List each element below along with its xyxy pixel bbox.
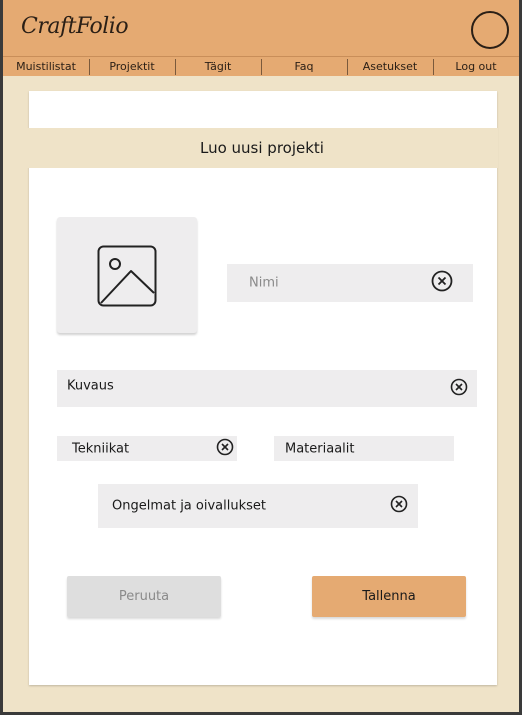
nav-item-muistilistat[interactable]: Muistilistat: [3, 57, 89, 76]
page-title: Luo uusi projekti: [26, 128, 498, 168]
materials-input[interactable]: Materiaalit: [274, 436, 454, 461]
clear-techniques-icon[interactable]: [216, 438, 234, 460]
nav-item-faq[interactable]: Faq: [261, 57, 347, 76]
name-input[interactable]: Nimi: [227, 264, 473, 302]
nav-item-tagit[interactable]: Tägit: [175, 57, 261, 76]
nav-item-logout[interactable]: Log out: [433, 57, 519, 76]
clear-description-icon[interactable]: [450, 378, 468, 400]
description-input-placeholder: Kuvaus: [67, 378, 114, 394]
clear-name-icon[interactable]: [431, 270, 453, 296]
image-placeholder-icon: [97, 245, 157, 307]
user-avatar-icon[interactable]: [471, 11, 509, 49]
problems-insights-input-placeholder: Ongelmat ja oivallukset: [112, 498, 266, 514]
nav-item-asetukset[interactable]: Asetukset: [347, 57, 433, 76]
main-nav: Muistilistat Projektit Tägit Faq Asetuks…: [3, 56, 519, 76]
materials-input-placeholder: Materiaalit: [285, 441, 355, 456]
nav-item-projektit[interactable]: Projektit: [89, 57, 175, 76]
save-button[interactable]: Tallenna: [312, 576, 466, 617]
name-input-placeholder: Nimi: [249, 275, 279, 291]
techniques-input-placeholder: Tekniikat: [72, 441, 130, 456]
description-input[interactable]: Kuvaus: [57, 370, 477, 407]
app-logo[interactable]: CraftFolio: [21, 14, 129, 39]
clear-problems-insights-icon[interactable]: [390, 495, 408, 517]
app-header: CraftFolio: [3, 0, 519, 56]
problems-insights-input[interactable]: Ongelmat ja oivallukset: [98, 484, 418, 528]
cancel-button[interactable]: Peruuta: [67, 576, 221, 617]
techniques-input[interactable]: Tekniikat: [57, 436, 237, 461]
image-upload-button[interactable]: [57, 217, 197, 333]
